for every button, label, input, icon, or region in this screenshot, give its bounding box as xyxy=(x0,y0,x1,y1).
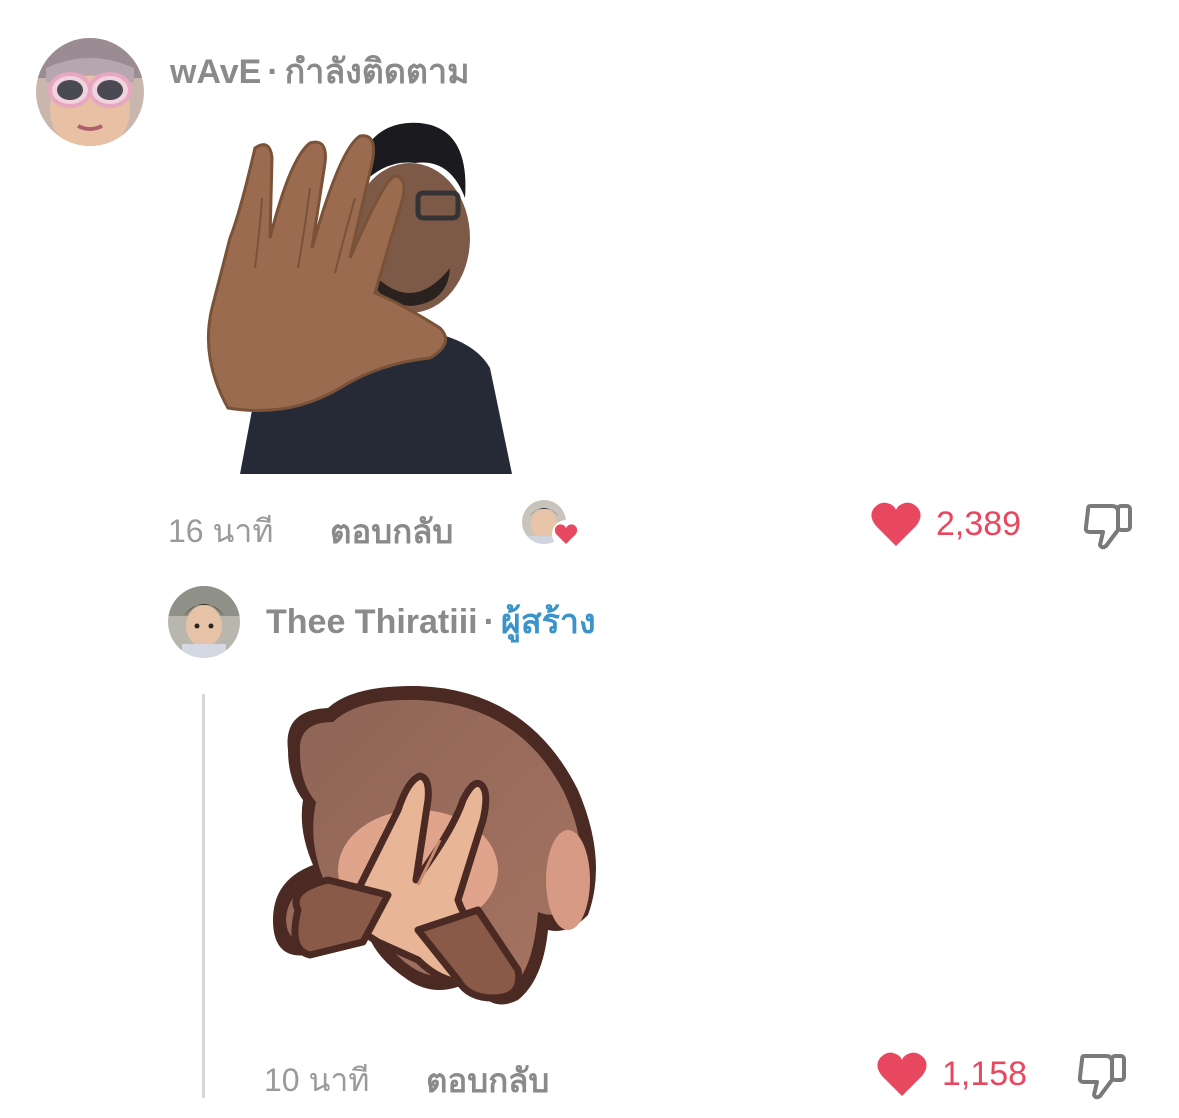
like-button[interactable] xyxy=(876,1050,928,1098)
reply-avatar[interactable] xyxy=(168,586,240,658)
thumbs-down-icon xyxy=(1083,504,1132,550)
praying-hands-sticker-icon xyxy=(273,685,596,1005)
comment-header: wAvE · กำลังติดตาม xyxy=(170,44,470,98)
follow-status: กำลังติดตาม xyxy=(284,53,470,91)
avatar[interactable] xyxy=(36,38,144,146)
like-button[interactable] xyxy=(870,500,922,548)
thread-line xyxy=(202,694,205,1098)
dislike-button[interactable] xyxy=(1082,500,1134,550)
like-count: 1,158 xyxy=(942,1055,1028,1093)
dislike-button[interactable] xyxy=(1076,1050,1128,1100)
user-avatar-icon xyxy=(36,38,144,146)
like-count: 2,389 xyxy=(936,505,1022,543)
reply-username[interactable]: Thee Thiratiii xyxy=(266,603,478,641)
comment-sticker[interactable] xyxy=(200,118,520,474)
user-avatar-icon xyxy=(168,586,240,658)
reply-button[interactable]: ตอบกลับ xyxy=(330,505,453,558)
heart-icon xyxy=(871,502,921,546)
username[interactable]: wAvE xyxy=(170,53,261,91)
creator-label: ผู้สร้าง xyxy=(500,603,596,641)
heart-icon xyxy=(877,1052,927,1096)
person-hand-up-sticker-icon xyxy=(206,122,512,474)
separator: · xyxy=(267,53,279,91)
reply-sticker[interactable] xyxy=(268,680,613,1015)
reply-button[interactable]: ตอบกลับ xyxy=(426,1054,549,1107)
thumbs-down-icon xyxy=(1077,1054,1126,1100)
reply-header: Thee Thiratiii · ผู้สร้าง xyxy=(266,594,596,648)
reply-timestamp: 10 นาที xyxy=(264,1062,370,1098)
creator-heart-avatar-icon xyxy=(522,500,580,548)
creator-liked-badge xyxy=(522,498,582,550)
comment-timestamp: 16 นาที xyxy=(168,513,274,549)
separator: · xyxy=(483,603,495,641)
